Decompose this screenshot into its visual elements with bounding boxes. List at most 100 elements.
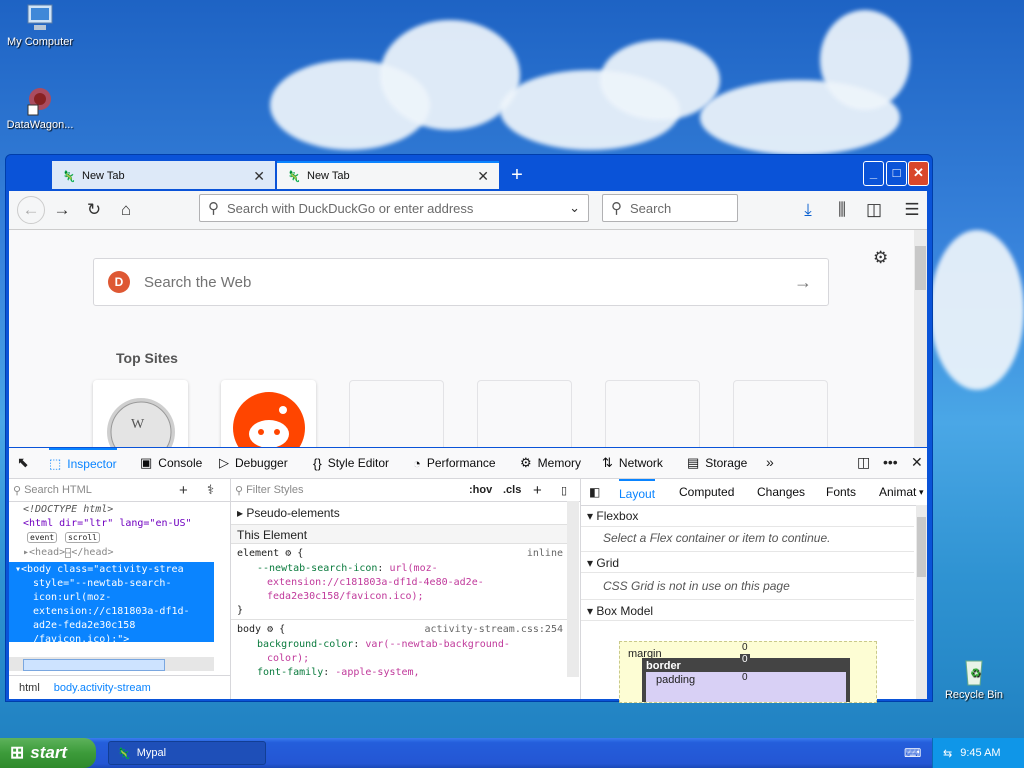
menu-icon[interactable]: ☰ (901, 199, 923, 221)
tab-new-tab-1[interactable]: 🦎 New Tab ✕ (52, 161, 275, 189)
hov-button[interactable]: :hov (469, 484, 492, 496)
top-site-empty[interactable] (477, 380, 572, 447)
scrollbar-thumb[interactable] (23, 659, 165, 671)
css-property[interactable]: font-family (257, 667, 323, 678)
library-icon[interactable]: ⫼ (831, 199, 853, 221)
desktop-icon-recycle-bin[interactable]: ♻ Recycle Bin (934, 655, 1014, 701)
top-site-empty[interactable] (733, 380, 828, 447)
new-tab-button[interactable]: + (504, 164, 530, 188)
maximize-button[interactable]: □ (886, 161, 907, 186)
url-bar[interactable]: ⚲ Search with DuckDuckGo or enter addres… (199, 194, 589, 222)
search-icon: ⚲ (208, 200, 219, 217)
breadcrumb-body[interactable]: body.activity-stream (54, 682, 151, 694)
scroll-badge[interactable]: scroll (65, 532, 100, 543)
tab-memory[interactable]: ⚙ Memory (520, 448, 581, 478)
tab-console[interactable]: ▣ Console (140, 448, 202, 478)
sidebar-icon[interactable]: ◫ (863, 199, 885, 221)
box-model-padding[interactable]: padding 0 (646, 672, 846, 702)
forward-button[interactable]: → (51, 199, 73, 221)
toggle-pane-icon[interactable]: ◧ (589, 485, 600, 499)
css-value[interactable]: url(moz- (389, 563, 437, 574)
minimize-button[interactable]: _ (863, 161, 884, 186)
tab-fonts[interactable]: Fonts (826, 479, 856, 505)
scrollbar-thumb[interactable] (917, 517, 926, 577)
top-site-empty[interactable] (349, 380, 444, 447)
arrow-right-icon[interactable]: → (794, 272, 812, 293)
web-search-box[interactable]: D Search the Web → (93, 258, 829, 306)
desktop-icon-datawagon[interactable]: DataWagon... (0, 85, 80, 131)
tab-layout[interactable]: Layout (619, 479, 656, 505)
css-property[interactable]: --newtab-search-icon (257, 563, 377, 574)
home-button[interactable]: ⌂ (115, 199, 137, 221)
top-site-empty[interactable] (605, 380, 700, 447)
performance-icon: ◔ (413, 455, 421, 471)
close-tab-icon[interactable]: ✕ (477, 168, 489, 185)
margin-value[interactable]: 0 (742, 642, 748, 653)
scrollbar-thumb[interactable] (915, 246, 926, 290)
top-site-wikipedia[interactable]: W (93, 380, 188, 447)
tab-changes[interactable]: Changes (757, 479, 805, 505)
tab-performance[interactable]: ◔ Performance (413, 448, 496, 478)
reload-button[interactable]: ↻ (83, 199, 105, 221)
taskbar-item-mypal[interactable]: 🦎 Mypal (108, 741, 266, 765)
more-tools-icon[interactable]: » (766, 454, 774, 470)
box-model-header[interactable]: ▾ Box Model (581, 599, 914, 621)
event-badge[interactable]: event (27, 532, 58, 543)
body-node-selected[interactable]: ▾<body class="activity-strea style="--ne… (9, 562, 214, 645)
filter-styles-field[interactable]: ⚲ Filter Styles :hov .cls + ▯ (231, 479, 580, 502)
gear-icon[interactable]: ⚙ (873, 248, 888, 268)
dock-icon[interactable]: ◫ (857, 454, 870, 471)
box-model-border[interactable]: border 0 padding 0 (642, 654, 850, 702)
rule-source[interactable]: activity-stream.css:254 (425, 624, 563, 635)
layout-scrollbar[interactable] (916, 505, 927, 699)
more-options-icon[interactable]: ••• (883, 454, 898, 470)
flexbox-header[interactable]: ▾ Flexbox (581, 505, 914, 527)
tab-computed[interactable]: Computed (679, 479, 734, 505)
tab-style-editor[interactable]: {} Style Editor (313, 448, 389, 478)
tab-new-tab-2[interactable]: 🦎 New Tab ✕ (277, 161, 499, 189)
add-rule-icon[interactable]: + (533, 482, 542, 499)
chevron-down-icon[interactable]: ⌄ (569, 200, 580, 216)
close-window-button[interactable]: ✕ (908, 161, 929, 186)
print-icon[interactable]: ▯ (561, 484, 567, 497)
breadcrumb-html[interactable]: html (19, 682, 40, 694)
gear-icon[interactable]: ⚙ (285, 548, 291, 559)
css-value[interactable]: var(--newtab-background- (365, 639, 510, 650)
downloads-icon[interactable]: ⤓ (797, 199, 819, 221)
clock[interactable]: 9:45 AM (960, 747, 1000, 759)
tab-inspector[interactable]: ⬚ Inspector (49, 448, 117, 478)
search-html-field[interactable]: ⚲ Search HTML + ⚕ (9, 479, 230, 502)
page-scrollbar[interactable] (914, 230, 927, 447)
tab-network[interactable]: ⇅ Network (602, 448, 663, 478)
close-tab-icon[interactable]: ✕ (253, 168, 265, 185)
start-button[interactable]: ⊞ start (0, 738, 96, 768)
back-button[interactable]: ← (17, 196, 45, 224)
keyboard-icon[interactable]: ⌨ (904, 746, 921, 760)
gear-icon[interactable]: ⚙ (267, 624, 273, 635)
head-node[interactable]: ▸<head>⋯</head> (23, 547, 114, 558)
css-property[interactable]: background-color (257, 639, 353, 650)
html-node[interactable]: <html dir="ltr" lang="en-US" (23, 518, 192, 529)
element-picker-icon[interactable]: ⬉ (17, 454, 29, 471)
border-value[interactable]: 0 (740, 654, 750, 665)
pseudo-elements-toggle[interactable]: ▸ Pseudo-elements (237, 506, 340, 520)
desktop-icon-my-computer[interactable]: My Computer (0, 2, 80, 48)
grid-header[interactable]: ▾ Grid (581, 551, 914, 573)
network-tray-icon[interactable]: ⇆ (943, 747, 952, 760)
css-value[interactable]: -apple-system, (335, 667, 419, 678)
horizontal-scrollbar[interactable] (9, 657, 214, 671)
doctype-line[interactable]: <!DOCTYPE html> (23, 504, 113, 515)
tab-debugger[interactable]: ▷ Debugger (219, 448, 288, 478)
tab-animations[interactable]: Animat (879, 479, 916, 505)
box-model-margin[interactable]: margin 0 border 0 padding 0 (619, 641, 877, 703)
chevron-down-icon[interactable]: ▾ (919, 479, 924, 505)
add-node-icon[interactable]: + (179, 482, 188, 499)
top-site-reddit[interactable] (221, 380, 316, 447)
search-bar[interactable]: ⚲ Search (602, 194, 738, 222)
cls-button[interactable]: .cls (503, 484, 521, 496)
padding-value[interactable]: 0 (742, 672, 748, 683)
rules-scrollbar[interactable] (567, 501, 579, 677)
close-devtools-icon[interactable]: ✕ (911, 454, 923, 471)
tab-storage[interactable]: ▤ Storage (687, 448, 747, 478)
eyedropper-icon[interactable]: ⚕ (207, 482, 214, 498)
